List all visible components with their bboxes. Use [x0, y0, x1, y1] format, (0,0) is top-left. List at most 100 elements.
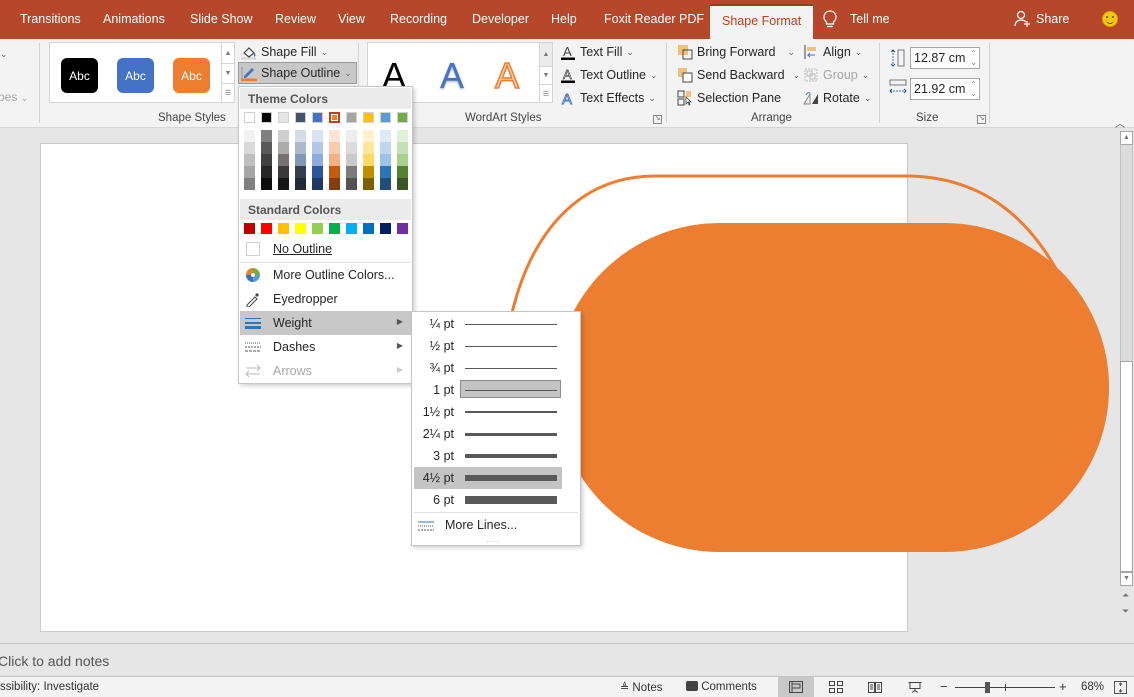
theme-shade-swatch[interactable] — [278, 130, 289, 142]
theme-shade-swatch[interactable] — [329, 142, 340, 154]
theme-shade-swatch[interactable] — [346, 154, 357, 166]
shape-style-preset-blue[interactable]: Abc — [117, 58, 154, 93]
theme-shade-swatch[interactable] — [312, 130, 323, 142]
gallery-scroll-up[interactable]: ▲ — [221, 43, 234, 63]
theme-shade-swatch[interactable] — [380, 166, 391, 178]
weight-option[interactable]: 6 pt — [414, 489, 562, 511]
rotate-button[interactable]: Rotate ⌄ — [803, 88, 871, 108]
theme-shade-swatch[interactable] — [363, 166, 374, 178]
theme-color-swatch[interactable] — [380, 112, 391, 123]
theme-shade-swatch[interactable] — [261, 130, 272, 142]
theme-shade-swatch[interactable] — [295, 130, 306, 142]
weight-option[interactable]: ¾ pt — [414, 357, 562, 379]
theme-color-swatch[interactable] — [261, 112, 272, 123]
weight-option[interactable]: ½ pt — [414, 335, 562, 357]
gallery-scroll-up[interactable]: ▲ — [539, 43, 552, 66]
scrollbar-thumb[interactable] — [1120, 361, 1133, 572]
no-outline-item[interactable]: No Outline — [240, 237, 411, 261]
chevron-down-icon[interactable]: ⌄ — [0, 49, 8, 60]
weight-option[interactable]: 4½ pt — [414, 467, 562, 489]
theme-shade-swatch[interactable] — [397, 154, 408, 166]
height-spinner[interactable]: ⌃ ⌄ — [970, 49, 977, 67]
text-outline-button[interactable]: A Text Outline ⌄ — [560, 65, 658, 85]
weight-option[interactable]: 2¼ pt — [414, 423, 562, 445]
theme-shade-swatch[interactable] — [329, 166, 340, 178]
tab-developer[interactable]: Developer — [472, 12, 529, 26]
tab-foxit-reader-pdf[interactable]: Foxit Reader PDF — [604, 12, 704, 26]
eyedropper-item[interactable]: Eyedropper — [240, 287, 411, 311]
theme-shade-swatch[interactable] — [380, 130, 391, 142]
more-outline-colors-item[interactable]: More Outline Colors... — [240, 263, 411, 287]
normal-view-button[interactable] — [778, 677, 814, 697]
theme-shade-swatch[interactable] — [329, 130, 340, 142]
group-button[interactable]: Group ⌄ — [803, 65, 869, 85]
standard-color-swatch[interactable] — [397, 223, 408, 234]
standard-color-swatch[interactable] — [380, 223, 391, 234]
zoom-level[interactable]: 68% — [1081, 681, 1104, 693]
theme-shade-swatch[interactable] — [244, 154, 255, 166]
theme-shade-swatch[interactable] — [346, 142, 357, 154]
theme-shade-swatch[interactable] — [244, 166, 255, 178]
theme-shade-swatch[interactable] — [312, 154, 323, 166]
partial-shapes-button[interactable]: pes ⌄ — [0, 90, 28, 104]
theme-shade-swatch[interactable] — [244, 142, 255, 154]
notes-placeholder[interactable]: Click to add notes — [0, 653, 109, 669]
theme-shade-swatch[interactable] — [312, 142, 323, 154]
theme-shade-swatch[interactable] — [346, 130, 357, 142]
standard-color-swatch[interactable] — [295, 223, 306, 234]
theme-shade-swatch[interactable] — [346, 166, 357, 178]
gallery-scroll-down[interactable]: ▼ — [539, 66, 552, 84]
wordart-preset-blue[interactable]: A — [440, 55, 464, 97]
theme-shade-swatch[interactable] — [278, 166, 289, 178]
vertical-scrollbar[interactable]: ▲ ▼ ⏶ ⏷ — [1118, 128, 1134, 643]
theme-shade-swatch[interactable] — [295, 154, 306, 166]
dialog-launcher-icon[interactable]: ↘ — [977, 115, 986, 124]
weight-option[interactable]: ¼ pt — [414, 313, 562, 335]
theme-shade-swatch[interactable] — [261, 178, 272, 190]
theme-shade-swatch[interactable] — [278, 142, 289, 154]
tab-slide-show[interactable]: Slide Show — [190, 12, 253, 26]
share-button[interactable]: Share — [1014, 10, 1069, 28]
text-effects-button[interactable]: A Text Effects ⌄ — [560, 88, 656, 108]
standard-color-swatch[interactable] — [346, 223, 357, 234]
shape-outline-button[interactable]: Shape Outline ⌄ — [238, 62, 357, 84]
tab-review[interactable]: Review — [275, 12, 316, 26]
tab-transitions[interactable]: Transitions — [20, 12, 81, 26]
theme-shade-swatch[interactable] — [363, 130, 374, 142]
wordart-preset-orange[interactable]: A — [494, 54, 520, 97]
theme-shade-swatch[interactable] — [278, 178, 289, 190]
standard-color-swatch[interactable] — [363, 223, 374, 234]
theme-shade-swatch[interactable] — [397, 142, 408, 154]
theme-shade-swatch[interactable] — [295, 166, 306, 178]
comments-button[interactable]: Comments — [686, 681, 757, 693]
standard-color-swatch[interactable] — [261, 223, 272, 234]
width-spinner[interactable]: ⌃ ⌄ — [970, 80, 977, 98]
theme-shade-swatch[interactable] — [397, 166, 408, 178]
feedback-smiley-icon[interactable] — [1102, 11, 1118, 27]
notes-pane[interactable]: Click to add notes — [0, 643, 1134, 677]
theme-color-swatch[interactable] — [278, 112, 289, 123]
theme-shade-swatch[interactable] — [295, 178, 306, 190]
theme-shade-swatch[interactable] — [295, 142, 306, 154]
theme-shade-swatch[interactable] — [397, 178, 408, 190]
theme-shade-swatch[interactable] — [363, 142, 374, 154]
theme-shade-swatch[interactable] — [346, 178, 357, 190]
gallery-more[interactable]: ☰ — [221, 83, 234, 102]
previous-slide-icon[interactable]: ⏶ — [1122, 590, 1129, 601]
align-button[interactable]: Align ⌄ — [803, 42, 862, 62]
theme-shade-swatch[interactable] — [244, 178, 255, 190]
weight-item[interactable]: Weight ▶ — [240, 311, 411, 335]
more-lines-item[interactable]: More Lines... — [414, 516, 578, 536]
theme-shade-swatch[interactable] — [363, 154, 374, 166]
theme-shade-swatch[interactable] — [397, 130, 408, 142]
next-slide-icon[interactable]: ⏷ — [1122, 606, 1129, 617]
theme-color-swatch[interactable] — [397, 112, 408, 123]
fit-to-window-icon[interactable] — [1114, 681, 1127, 694]
theme-shade-swatch[interactable] — [329, 154, 340, 166]
theme-color-swatch[interactable] — [346, 112, 357, 123]
arrows-item[interactable]: Arrows ▶ — [240, 359, 411, 383]
scroll-up-button[interactable]: ▲ — [1120, 131, 1133, 145]
dialog-launcher-icon[interactable]: ↘ — [653, 115, 662, 124]
slide-show-view-button[interactable] — [897, 677, 933, 697]
theme-shade-swatch[interactable] — [380, 142, 391, 154]
